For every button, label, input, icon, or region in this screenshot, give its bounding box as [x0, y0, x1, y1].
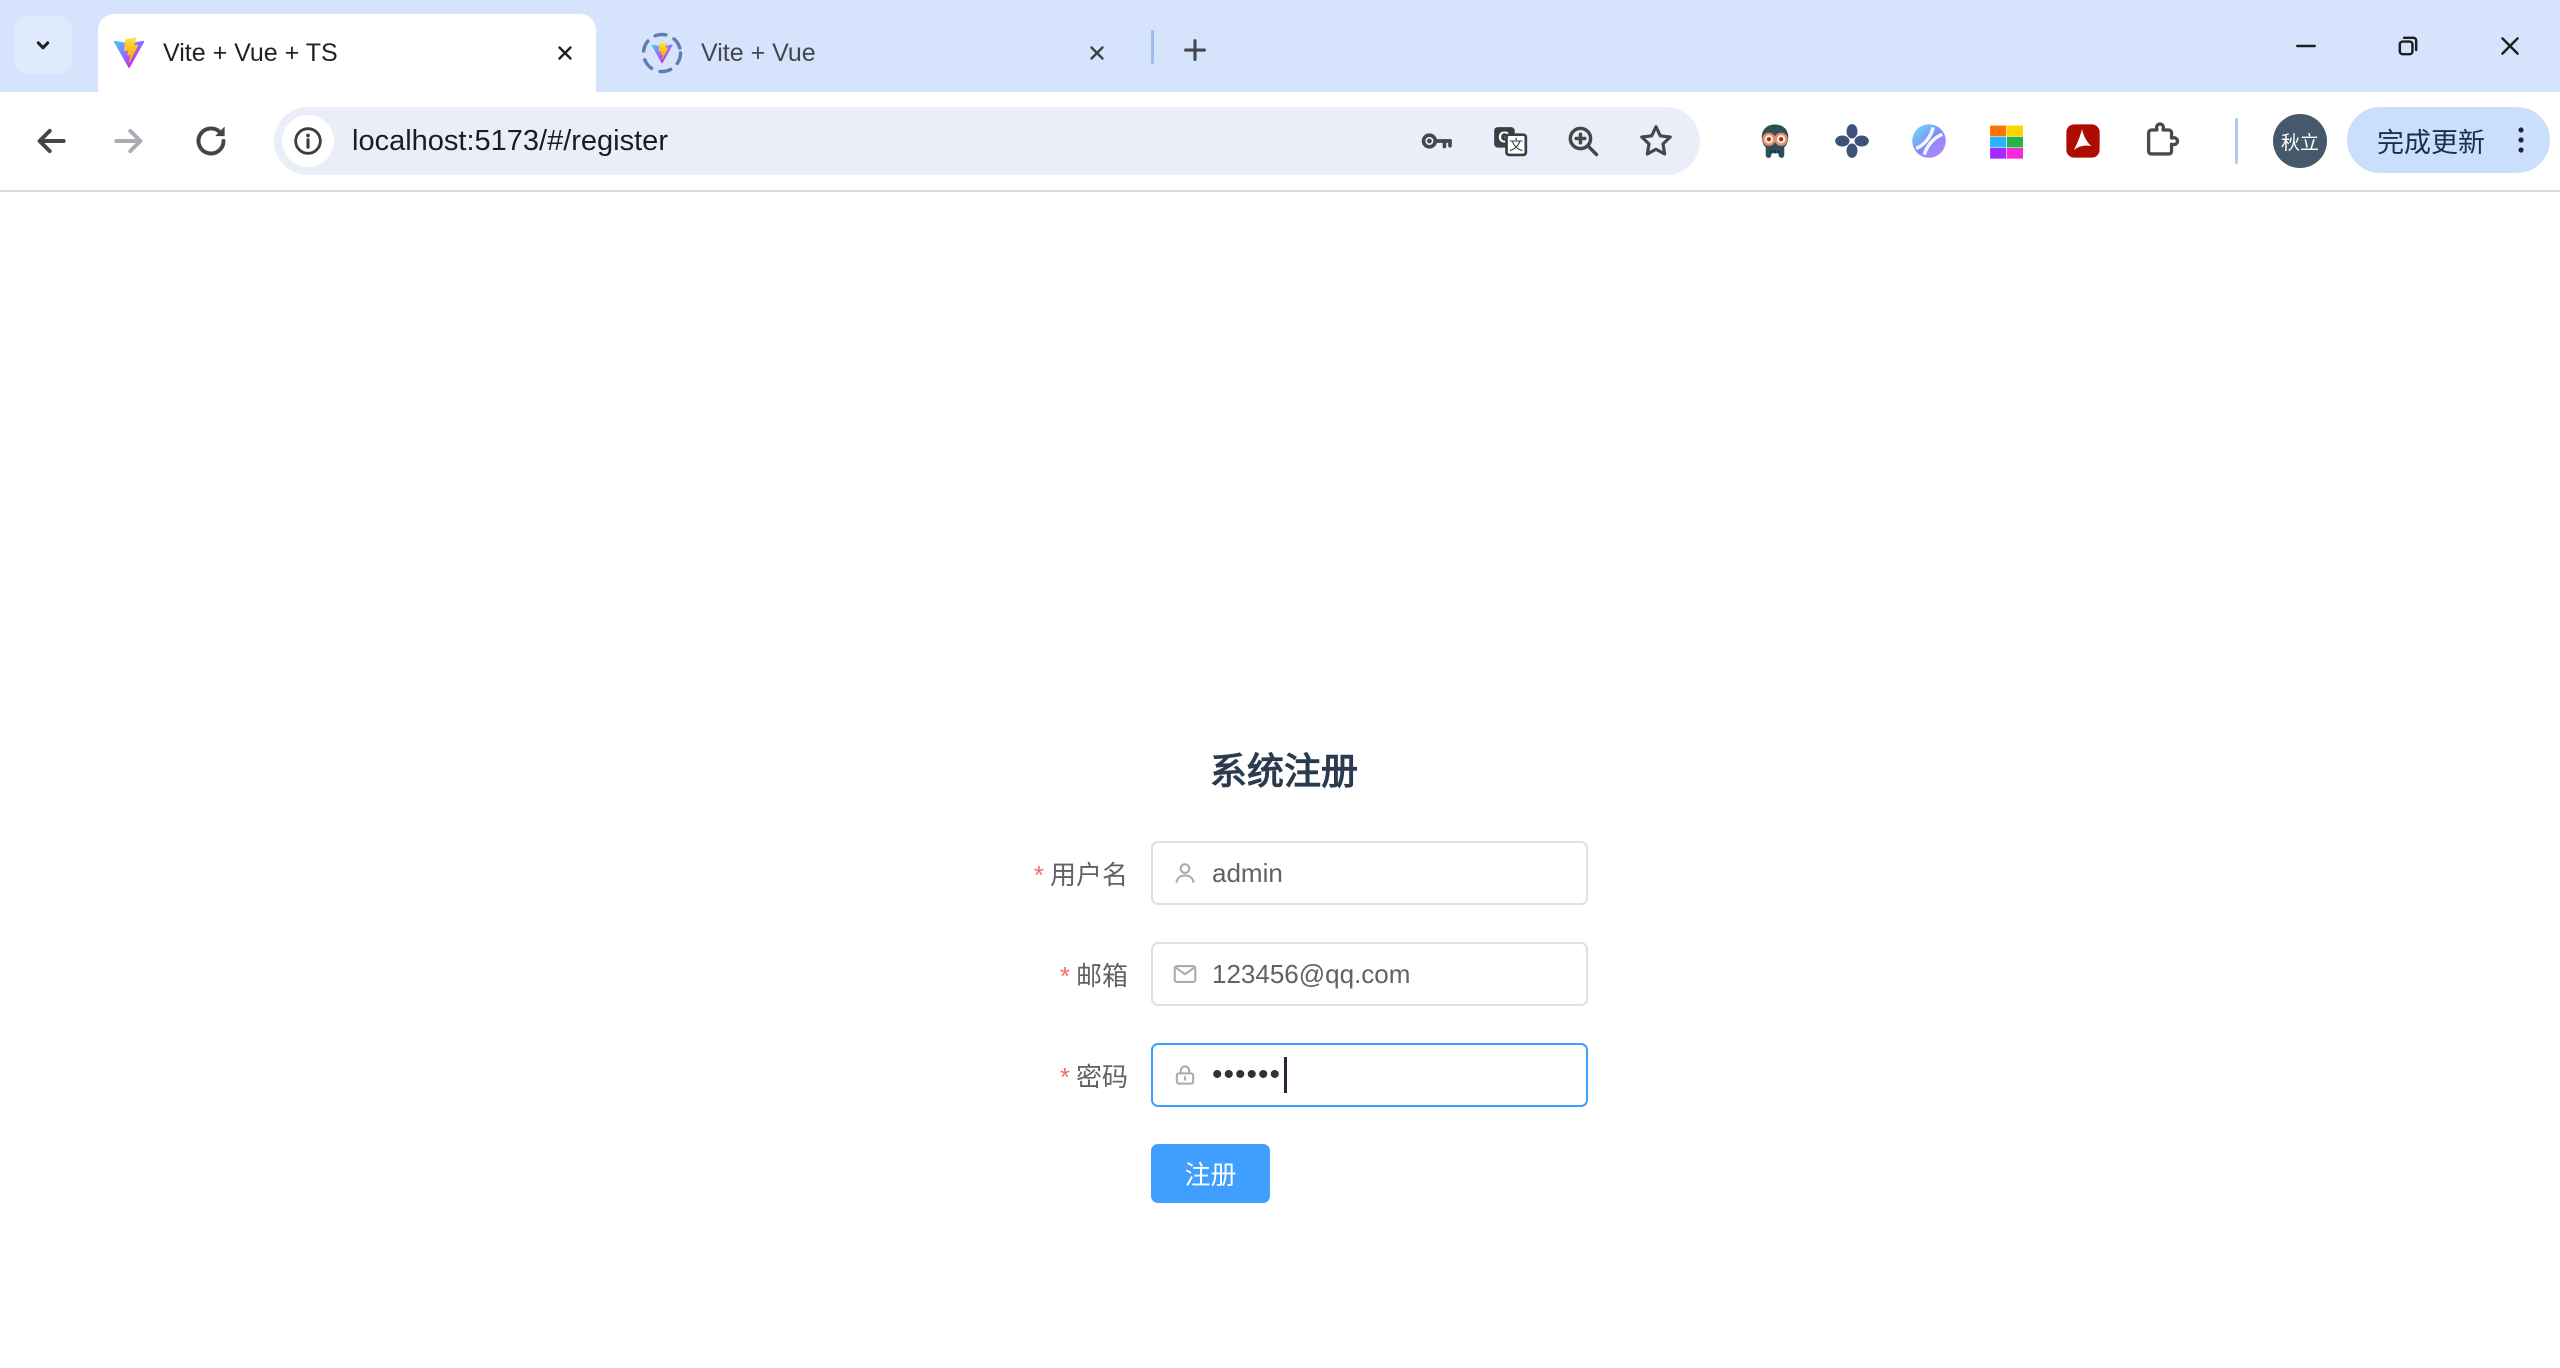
tab-vite-vue[interactable]: Vite + Vue — [604, 14, 1134, 92]
tab-strip-divider — [1151, 30, 1154, 64]
register-button[interactable]: 注册 — [1151, 1144, 1270, 1203]
lock-icon — [1175, 1065, 1195, 1085]
password-label: * 密码 — [1059, 1061, 1128, 1092]
restore-icon — [2398, 36, 2418, 56]
password-masked-value: •••••• — [1212, 1058, 1282, 1091]
extension-skull-button[interactable] — [1753, 119, 1797, 163]
profile-avatar[interactable]: 秋立 — [2273, 114, 2327, 168]
email-value: 123456@qq.com — [1212, 958, 1411, 989]
forward-icon — [114, 128, 143, 154]
url-text[interactable]: localhost:5173/#/register — [352, 125, 1386, 158]
new-tab-button[interactable] — [1170, 25, 1220, 75]
extensions-puzzle-icon — [2146, 122, 2180, 156]
username-input[interactable]: admin — [1151, 841, 1588, 905]
tab-close-icon[interactable] — [1082, 38, 1112, 68]
required-asterisk: * — [1059, 1061, 1070, 1092]
translate-button[interactable]: G 文 — [1488, 119, 1532, 163]
acrobat-icon — [2066, 124, 2100, 158]
zoom-button[interactable] — [1561, 119, 1605, 163]
extensions-row — [1753, 117, 2182, 165]
update-label: 完成更新 — [2377, 127, 2485, 158]
register-button-label: 注册 — [1184, 1160, 1237, 1190]
color-grid-icon — [1990, 125, 2023, 159]
extensions-menu-button[interactable] — [2138, 119, 2182, 163]
vite-logo-icon — [113, 37, 145, 68]
toolbar-divider — [2235, 118, 2238, 164]
forward-button[interactable] — [105, 117, 153, 165]
bookmark-star-icon — [1640, 125, 1672, 156]
page-content: 系统注册 * 用户名 admin * 邮箱 123456@qq.com * 密码… — [0, 192, 2560, 1368]
required-asterisk: * — [1059, 960, 1070, 991]
username-value: admin — [1212, 857, 1283, 888]
restore-button[interactable] — [2378, 18, 2438, 74]
close-window-button[interactable] — [2480, 18, 2540, 74]
update-chrome-button[interactable]: 完成更新 — [2347, 107, 2550, 173]
tab-search-button[interactable] — [14, 16, 72, 74]
extension-clover-button[interactable] — [1830, 119, 1874, 163]
close-icon — [2501, 37, 2519, 55]
minimize-button[interactable] — [2276, 18, 2336, 74]
plus-icon — [1184, 39, 1206, 61]
email-label: * 邮箱 — [1059, 960, 1128, 991]
zoom-in-icon — [1568, 126, 1599, 157]
password-manager-button[interactable] — [1415, 119, 1459, 163]
svg-text:文: 文 — [1509, 137, 1523, 154]
back-icon — [37, 128, 66, 154]
bookmark-button[interactable] — [1634, 119, 1678, 163]
mail-icon — [1173, 965, 1197, 983]
password-input[interactable]: •••••• — [1151, 1043, 1588, 1107]
minimize-icon — [2296, 44, 2316, 48]
text-caret — [1284, 1057, 1288, 1093]
page-title: 系统注册 — [1210, 751, 1358, 792]
extension-sphere-button[interactable] — [1907, 119, 1951, 163]
reload-icon — [196, 126, 226, 156]
tab-vite-vue-ts[interactable]: Vite + Vue + TS — [98, 14, 596, 92]
register-form: 系统注册 * 用户名 admin * 邮箱 123456@qq.com * 密码… — [980, 750, 1588, 1203]
translate-icon: G 文 — [1494, 127, 1528, 157]
tab-strip: Vite + Vue + TS Vite + Vue — [0, 0, 2560, 92]
username-row: * 用户名 admin — [980, 841, 1588, 905]
tab-close-icon[interactable] — [550, 38, 580, 68]
extension-acrobat-button[interactable] — [2061, 119, 2105, 163]
site-info-icon — [294, 127, 322, 155]
browser-toolbar: localhost:5173/#/register G 文 秋立 完成更新 — [0, 92, 2560, 192]
address-bar[interactable]: localhost:5173/#/register G 文 — [274, 107, 1700, 175]
site-info-button[interactable] — [282, 115, 334, 167]
email-input[interactable]: 123456@qq.com — [1151, 942, 1588, 1006]
back-button[interactable] — [27, 117, 75, 165]
required-asterisk: * — [1033, 859, 1044, 890]
tab-title: Vite + Vue — [701, 38, 816, 67]
window-controls — [2276, 18, 2540, 74]
striped-sphere-icon — [1912, 124, 1946, 158]
browser-window: Vite + Vue + TS Vite + Vue localhost:517… — [0, 0, 2560, 1368]
extension-grid-button[interactable] — [1984, 119, 2028, 163]
tab-title: Vite + Vue + TS — [163, 38, 338, 67]
avatar-label: 秋立 — [2280, 132, 2319, 154]
tab-loading-ring — [641, 32, 683, 74]
chevron-down-icon — [36, 41, 50, 50]
user-icon — [1175, 863, 1195, 883]
skull-glasses-icon — [1761, 124, 1789, 158]
username-label: * 用户名 — [1033, 859, 1128, 890]
password-row: * 密码 •••••• — [980, 1043, 1588, 1107]
email-row: * 邮箱 123456@qq.com — [980, 942, 1588, 1006]
menu-kebab-icon[interactable] — [2508, 118, 2534, 162]
reload-button[interactable] — [187, 117, 235, 165]
key-icon — [1421, 133, 1452, 149]
clover-icon — [1835, 124, 1869, 158]
